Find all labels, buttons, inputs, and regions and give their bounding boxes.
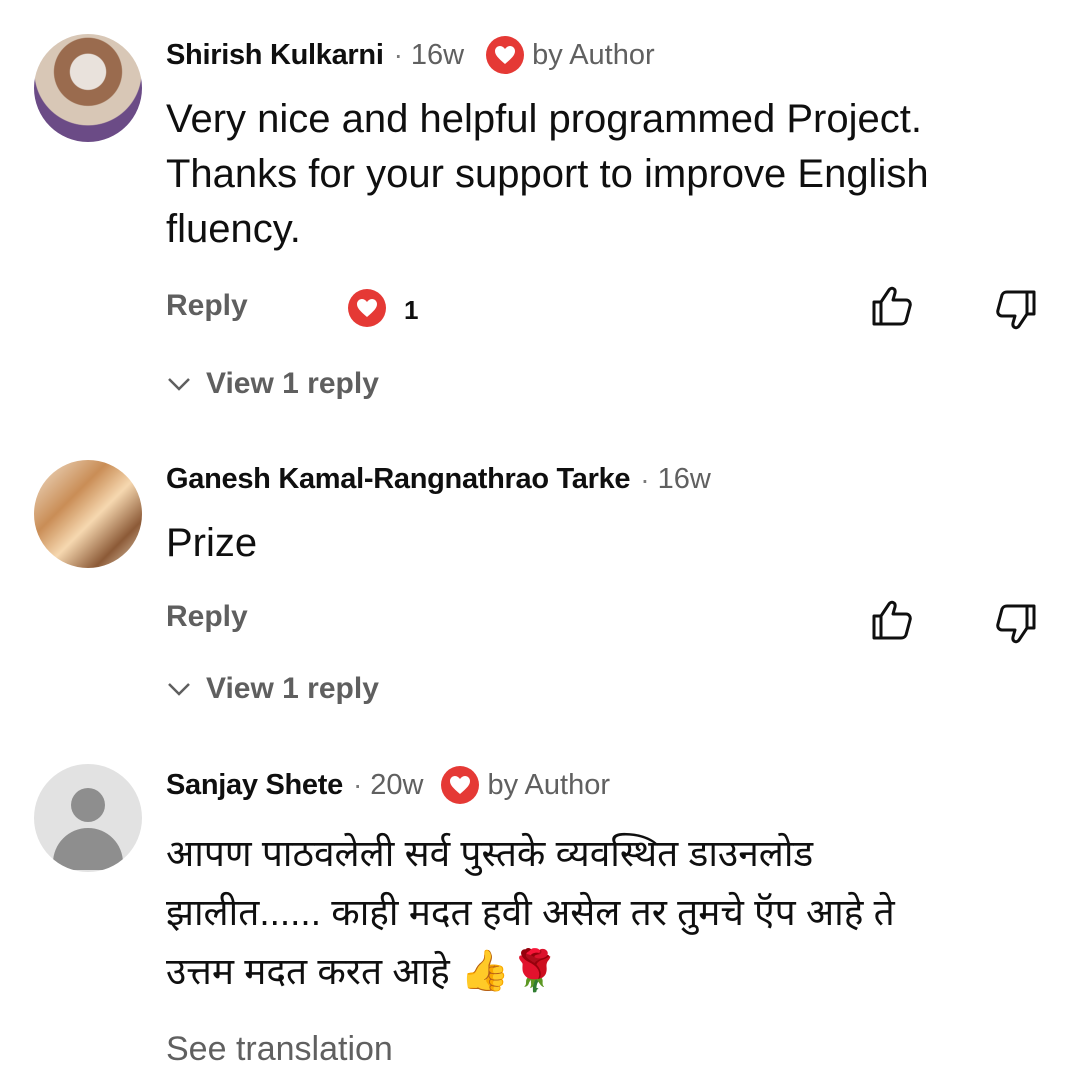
view-replies-label: View 1 reply [206, 672, 379, 705]
comment-text: आपण पाठवलेली सर्व पुस्तके व्यवस्थित डाउन… [166, 824, 895, 1001]
thumbs-down-icon[interactable] [992, 600, 1040, 648]
comment-header: Sanjay Shete · 20w by Author [166, 766, 610, 804]
comment-line: Very nice and helpful programmed Project… [166, 97, 922, 141]
by-author-label: by Author [487, 768, 610, 801]
comment-header: Shirish Kulkarni · 16w by Author [166, 36, 655, 74]
author-heart-badge: by Author [486, 36, 655, 74]
timestamp[interactable]: 16w [411, 39, 464, 72]
comment-line-last: उत्तम मदत करत आहे 👍🌹 [166, 942, 895, 1001]
comment-line: आपण पाठवलेली सर्व पुस्तके व्यवस्थित डाउन… [166, 833, 814, 874]
timestamp[interactable]: 20w [370, 769, 423, 802]
reply-button[interactable]: Reply [166, 600, 248, 634]
comment-line: उत्तम मदत करत आहे [166, 951, 450, 992]
author-name[interactable]: Shirish Kulkarni [166, 39, 384, 72]
heart-icon [348, 289, 386, 327]
default-avatar-icon[interactable] [34, 764, 142, 872]
view-replies-button[interactable]: View 1 reply [166, 367, 379, 401]
emoji: 👍🌹 [460, 949, 560, 993]
author-name[interactable]: Ganesh Kamal-Rangnathrao Tarke [166, 463, 631, 496]
reply-button[interactable]: Reply [166, 289, 248, 323]
comment-line: Thanks for your support to improve Engli… [166, 152, 929, 196]
author-heart-badge: by Author [441, 766, 610, 804]
avatar[interactable] [34, 460, 142, 568]
separator-dot: · [352, 769, 363, 800]
comment-line: झालीत...... काही मदत हवी असेल तर तुमचे ऍ… [166, 892, 895, 933]
avatar[interactable] [34, 34, 142, 142]
avatar-body [53, 828, 123, 870]
thumbs-up-icon[interactable] [868, 596, 916, 644]
heart-icon [486, 36, 525, 74]
heart-count: 1 [404, 295, 419, 325]
comment-text: Very nice and helpful programmed Project… [166, 92, 929, 257]
comment-line: Prize [166, 521, 258, 565]
view-replies-button[interactable]: View 1 reply [166, 672, 379, 706]
heart-icon [441, 766, 480, 804]
chevron-down-icon [168, 378, 190, 391]
chevron-down-icon [168, 683, 190, 696]
timestamp[interactable]: 16w [658, 463, 711, 496]
comment-text: Prize [166, 516, 257, 571]
thumbs-up-icon[interactable] [868, 282, 916, 330]
see-translation-link[interactable]: See translation [166, 1030, 393, 1069]
avatar-head [71, 788, 105, 822]
thumbs-down-icon[interactable] [992, 286, 1040, 334]
comment-line: fluency. [166, 207, 301, 251]
separator-dot: · [393, 39, 403, 70]
comment-header: Ganesh Kamal-Rangnathrao Tarke · 16w [166, 463, 711, 496]
view-replies-label: View 1 reply [206, 367, 379, 400]
separator-dot: · [640, 463, 650, 495]
author-name[interactable]: Sanjay Shete [166, 769, 343, 802]
by-author-label: by Author [532, 38, 655, 71]
